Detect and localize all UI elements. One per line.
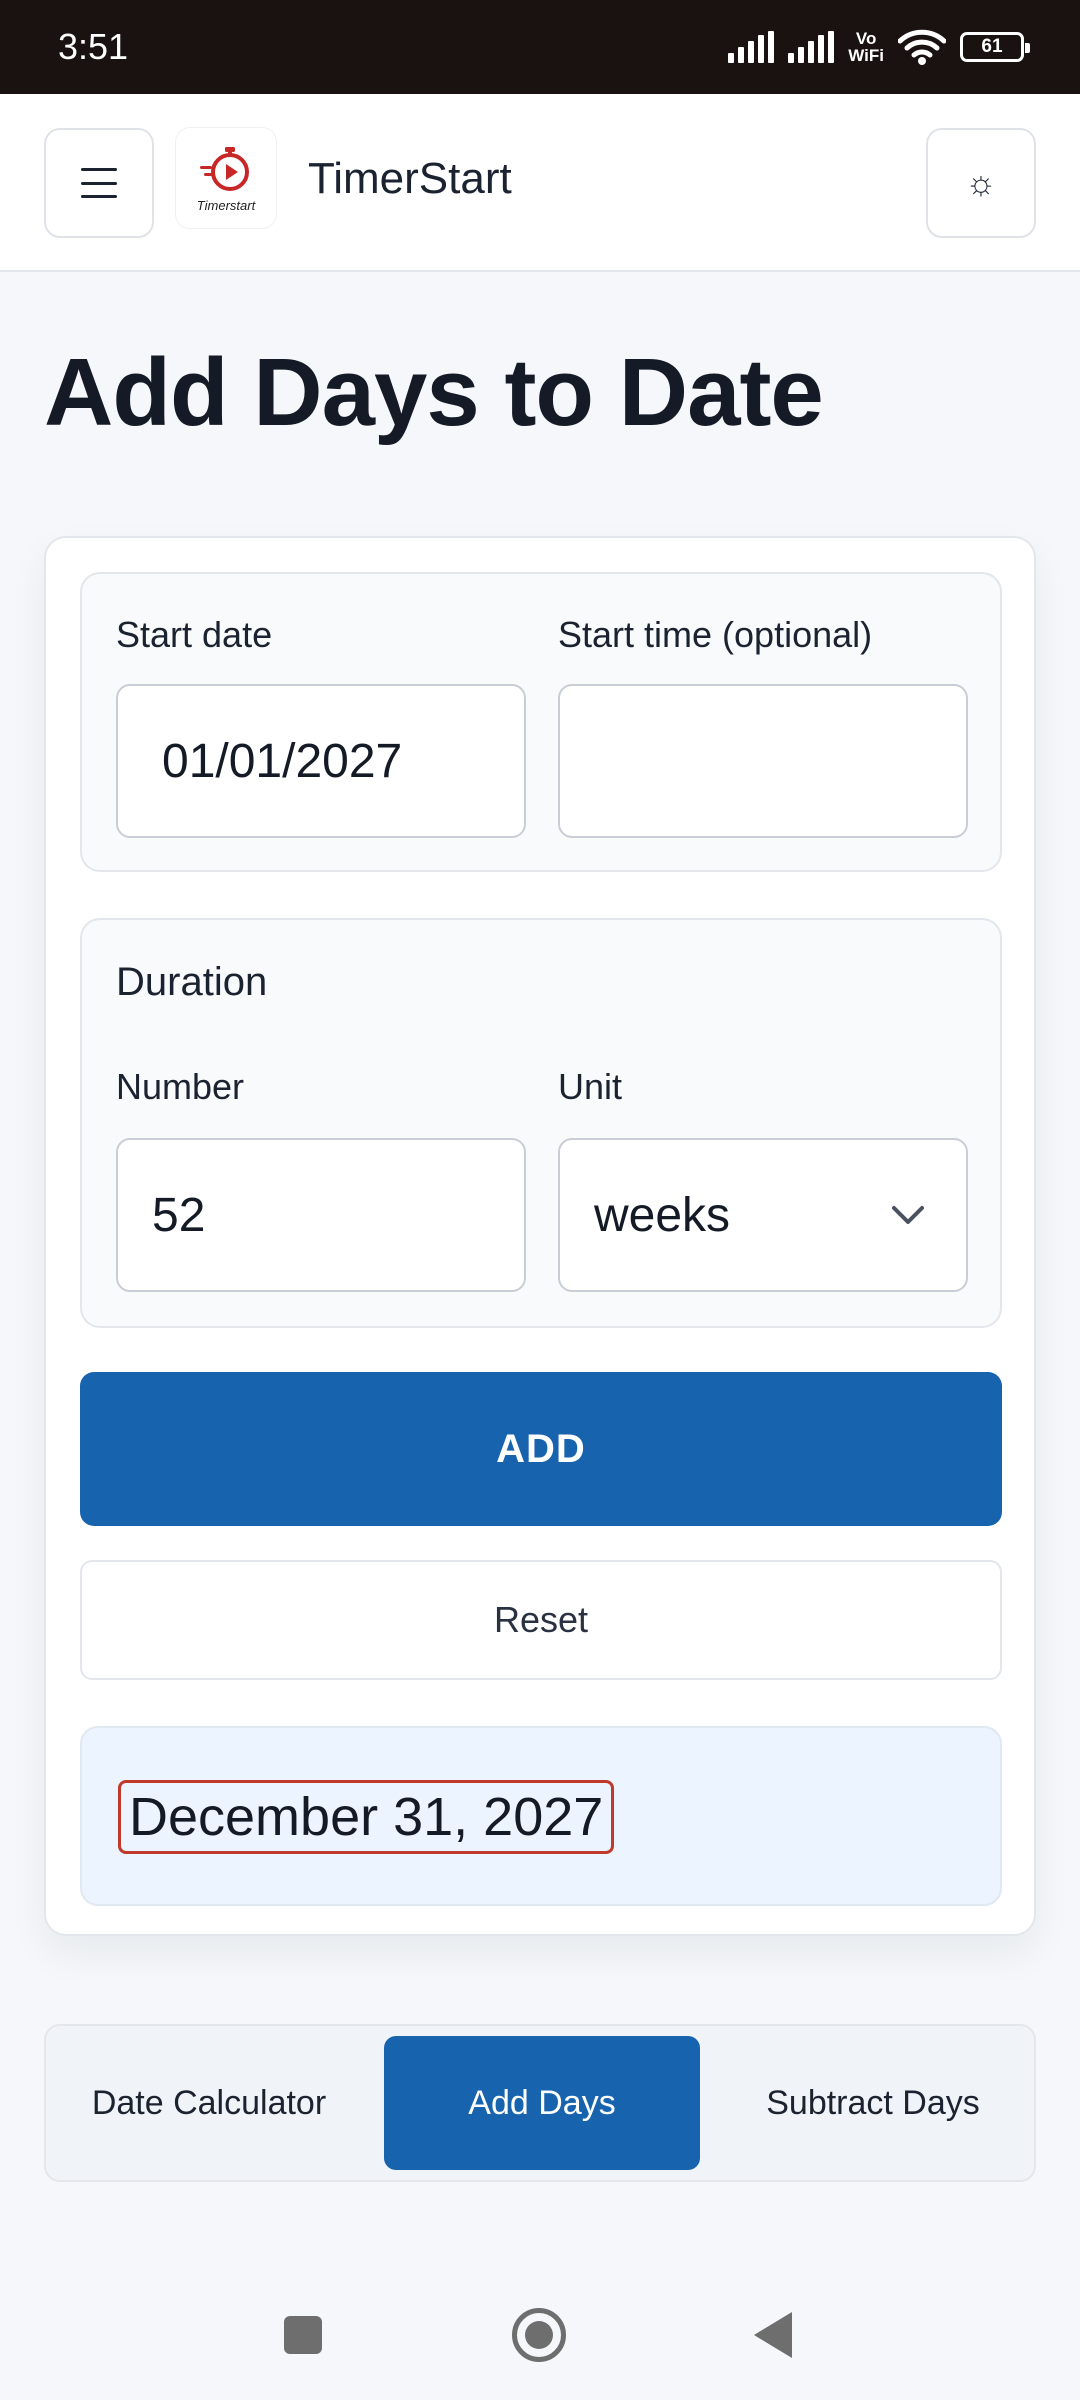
hamburger-icon xyxy=(81,168,117,198)
app-name: TimerStart xyxy=(308,154,512,203)
cell-signal-icon xyxy=(728,31,775,63)
calculator-card: Start date Start time (optional) 01/01/2… xyxy=(44,536,1036,1936)
wifi-icon xyxy=(898,29,946,65)
reset-button[interactable]: Reset xyxy=(80,1560,1002,1680)
tab-add-days[interactable]: Add Days xyxy=(384,2036,700,2170)
calculator-tabs: Date Calculator Add Days Subtract Days xyxy=(44,2024,1036,2182)
app-logo[interactable]: Timerstart xyxy=(176,128,276,228)
sun-icon: ☼ xyxy=(965,163,997,202)
result-panel: December 31, 2027 xyxy=(80,1726,1002,1906)
chevron-down-icon xyxy=(892,1206,924,1224)
start-time-label: Start time (optional) xyxy=(558,614,873,655)
logo-caption: Timerstart xyxy=(196,197,256,213)
tab-subtract-days[interactable]: Subtract Days xyxy=(718,2036,1028,2170)
menu-button[interactable] xyxy=(44,128,154,238)
unit-label: Unit xyxy=(558,1066,623,1107)
start-date-label: Start date xyxy=(116,614,273,655)
status-bar: 3:51 Vo WiFi 61 xyxy=(0,0,1080,94)
recents-icon[interactable] xyxy=(284,2316,322,2354)
unit-value: weeks xyxy=(594,1188,731,1242)
home-icon[interactable] xyxy=(512,2308,566,2362)
vowifi-icon: Vo WiFi xyxy=(848,29,884,65)
number-value: 52 xyxy=(152,1188,206,1242)
battery-icon: 61 xyxy=(960,32,1030,62)
result-date: December 31, 2027 xyxy=(118,1780,615,1854)
battery-level: 61 xyxy=(981,36,1003,57)
duration-title: Duration xyxy=(116,960,268,1004)
add-button[interactable]: ADD xyxy=(80,1372,1002,1526)
theme-toggle-button[interactable]: ☼ xyxy=(926,128,1036,238)
start-time-input[interactable] xyxy=(558,684,968,838)
unit-select[interactable]: weeks xyxy=(558,1138,968,1292)
status-time: 3:51 xyxy=(58,26,129,67)
start-date-value: 01/01/2027 xyxy=(162,734,403,788)
status-icons: Vo WiFi 61 xyxy=(728,29,1030,65)
start-panel: Start date Start time (optional) 01/01/2… xyxy=(80,572,1002,872)
stopwatch-play-icon xyxy=(200,146,249,191)
tab-date-calculator[interactable]: Date Calculator xyxy=(54,2036,364,2170)
app-header: Timerstart TimerStart ☼ xyxy=(0,94,1080,272)
number-label: Number xyxy=(116,1066,245,1107)
page-title: Add Days to Date xyxy=(44,339,824,446)
start-date-input[interactable]: 01/01/2027 xyxy=(116,684,526,838)
duration-panel: Duration Number Unit 52 weeks xyxy=(80,918,1002,1328)
system-nav-bar xyxy=(0,2268,1080,2400)
number-input[interactable]: 52 xyxy=(116,1138,526,1292)
back-icon[interactable] xyxy=(754,2312,792,2358)
cell-signal-icon-2 xyxy=(788,31,835,63)
